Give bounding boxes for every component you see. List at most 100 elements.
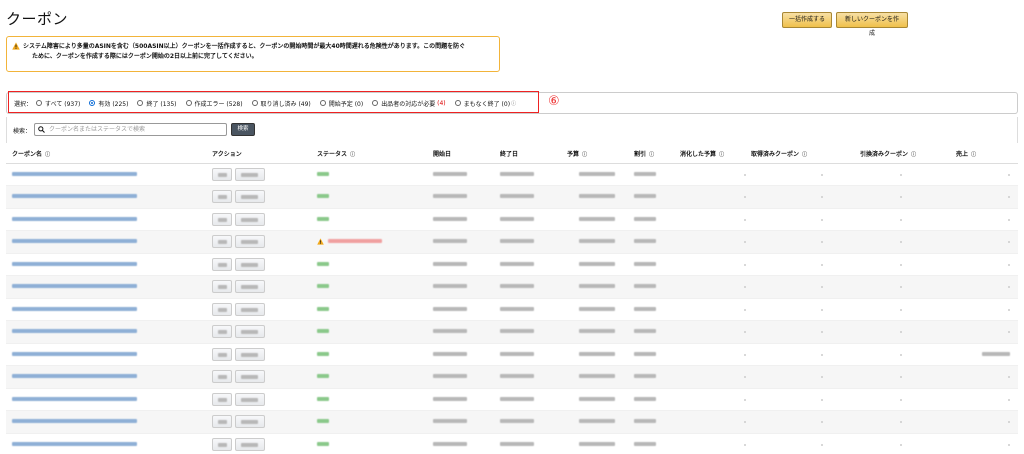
coupon-name-link[interactable]	[12, 171, 137, 176]
info-icon[interactable]: ⓘ	[511, 100, 516, 107]
cell-coupon-name[interactable]	[6, 410, 206, 434]
view-button[interactable]	[235, 347, 265, 361]
cell-coupon-name[interactable]	[6, 253, 206, 276]
view-button[interactable]	[235, 415, 265, 429]
cell-status	[311, 410, 427, 434]
view-button[interactable]	[235, 212, 265, 226]
coupon-name-link[interactable]	[12, 351, 137, 356]
coupon-name-link[interactable]	[12, 329, 137, 334]
col-header-end-date[interactable]: 終了日	[494, 145, 561, 164]
radio-icon[interactable]	[137, 100, 144, 106]
col-header-status[interactable]: ステータス ⓘ	[311, 145, 427, 164]
coupon-name-link[interactable]	[12, 284, 137, 289]
view-button[interactable]	[235, 280, 265, 294]
cell-coupon-name[interactable]	[6, 433, 206, 454]
filter-option-cancelled[interactable]: 取り消し済み (49)	[251, 99, 311, 108]
cell-budget	[561, 365, 628, 389]
coupon-name-link[interactable]	[12, 216, 137, 221]
col-header-name[interactable]: クーポン名 ⓘ	[6, 145, 206, 164]
edit-button[interactable]	[212, 437, 232, 451]
cell-coupon-name[interactable]	[6, 208, 206, 231]
filter-option-all[interactable]: すべて (937)	[36, 99, 80, 108]
cell-coupon-name[interactable]	[6, 185, 206, 209]
cell-spent-budget	[674, 410, 746, 434]
cell-coupon-name[interactable]	[6, 343, 206, 366]
cell-start-date	[427, 253, 494, 276]
col-header-start-date[interactable]: 開始日	[427, 145, 494, 164]
edit-button[interactable]	[212, 347, 232, 361]
coupon-name-link[interactable]	[12, 261, 137, 266]
radio-icon[interactable]	[319, 100, 326, 106]
info-icon[interactable]: ⓘ	[719, 152, 724, 158]
coupon-name-link[interactable]	[12, 419, 137, 424]
cell-start-date	[427, 185, 494, 209]
edit-button[interactable]	[212, 257, 232, 271]
table-row	[6, 185, 1018, 209]
info-icon[interactable]: ⓘ	[350, 152, 355, 158]
radio-icon[interactable]	[372, 100, 379, 106]
coupon-name-link[interactable]	[12, 306, 137, 311]
edit-button[interactable]	[212, 212, 232, 226]
cell-coupon-name[interactable]	[6, 320, 206, 344]
info-icon[interactable]: ⓘ	[971, 152, 976, 158]
view-button[interactable]	[235, 437, 265, 451]
cell-coupon-name[interactable]	[6, 365, 206, 389]
coupon-name-link[interactable]	[12, 374, 137, 379]
edit-button[interactable]	[212, 415, 232, 429]
cell-discount	[628, 320, 674, 344]
radio-icon[interactable]	[251, 100, 258, 106]
coupon-name-link[interactable]	[12, 239, 137, 244]
search-button[interactable]: 検索	[231, 123, 255, 136]
col-header-discount[interactable]: 割引 ⓘ	[628, 145, 674, 164]
info-icon[interactable]: ⓘ	[45, 152, 50, 158]
info-icon[interactable]: ⓘ	[649, 152, 654, 158]
col-header-spent-budget[interactable]: 消化した予算 ⓘ	[674, 145, 745, 164]
view-button[interactable]	[235, 257, 265, 271]
search-input[interactable]	[34, 123, 227, 136]
view-button[interactable]	[235, 235, 265, 249]
filter-option-scheduled[interactable]: 開始予定 (0)	[319, 99, 363, 108]
cell-coupon-name[interactable]	[6, 163, 206, 186]
col-header-redeemed[interactable]: 引換済みクーポン ⓘ	[854, 145, 950, 164]
view-button[interactable]	[235, 190, 265, 204]
edit-button[interactable]	[212, 302, 232, 316]
bulk-create-button[interactable]: 一括作成する	[782, 12, 832, 28]
col-header-clipped[interactable]: 取得済みクーポン ⓘ	[745, 145, 854, 164]
info-icon[interactable]: ⓘ	[582, 152, 587, 158]
edit-button[interactable]	[212, 392, 232, 406]
new-coupon-button[interactable]: 新しいクーポンを作成	[836, 12, 908, 37]
cell-coupon-name[interactable]	[6, 298, 206, 321]
radio-checked-icon[interactable]	[89, 100, 96, 106]
filter-option-ending-soon[interactable]: まもなく終了 (0) ⓘ	[454, 99, 516, 108]
view-button[interactable]	[235, 392, 265, 406]
view-button[interactable]	[235, 167, 265, 181]
col-header-sales[interactable]: 売上 ⓘ	[950, 145, 1018, 164]
edit-button[interactable]	[212, 235, 232, 249]
filter-option-ended[interactable]: 終了 (135)	[137, 99, 177, 108]
cell-budget	[561, 320, 628, 344]
filter-option-action-required[interactable]: 出品者の対応が必要 (4)	[372, 99, 446, 108]
filter-option-creation-error[interactable]: 作成エラー (528)	[185, 99, 243, 108]
edit-button[interactable]	[212, 280, 232, 294]
coupon-name-link[interactable]	[12, 441, 137, 446]
col-header-budget[interactable]: 予算 ⓘ	[561, 145, 628, 164]
info-icon[interactable]: ⓘ	[911, 152, 916, 158]
info-icon[interactable]: ⓘ	[802, 152, 807, 158]
radio-icon[interactable]	[185, 100, 192, 106]
edit-button[interactable]	[212, 325, 232, 339]
coupon-name-link[interactable]	[12, 396, 137, 401]
view-button[interactable]	[235, 370, 265, 384]
radio-icon[interactable]	[454, 100, 461, 106]
cell-coupon-name[interactable]	[6, 275, 206, 299]
view-button[interactable]	[235, 325, 265, 339]
edit-button[interactable]	[212, 190, 232, 204]
cell-coupon-name[interactable]	[6, 388, 206, 411]
coupon-name-link[interactable]	[12, 194, 137, 199]
cell-sales	[950, 208, 1018, 231]
edit-button[interactable]	[212, 167, 232, 181]
cell-coupon-name[interactable]	[6, 230, 206, 254]
radio-icon[interactable]	[36, 100, 43, 106]
edit-button[interactable]	[212, 370, 232, 384]
filter-option-active[interactable]: 有効 (225)	[89, 99, 128, 108]
view-button[interactable]	[235, 302, 265, 316]
